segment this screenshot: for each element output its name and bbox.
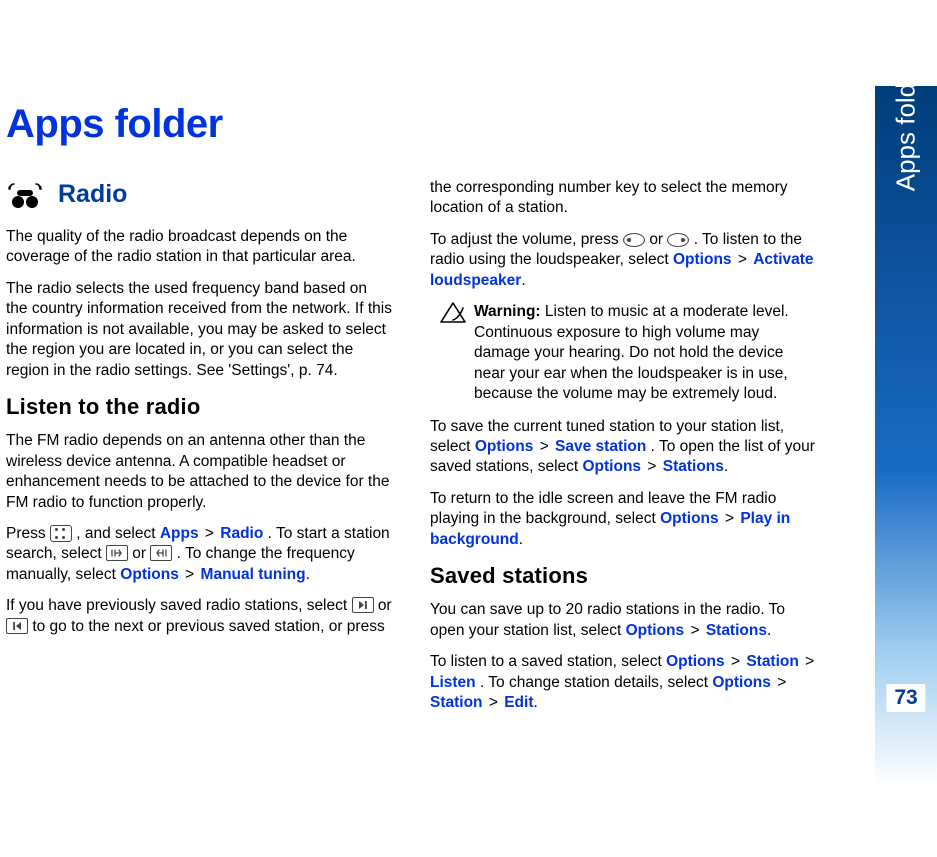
sep: > <box>487 694 504 711</box>
sep: > <box>688 622 705 639</box>
column-left: Radio The quality of the radio broadcast… <box>6 178 392 725</box>
text: or <box>649 231 667 248</box>
menu-key-icon <box>50 525 72 542</box>
paragraph: You can save up to 20 radio stations in … <box>430 600 816 641</box>
radio-heading-row: Radio <box>6 178 392 211</box>
next-station-icon <box>352 597 374 613</box>
sep: > <box>803 653 816 670</box>
text: . <box>519 531 523 548</box>
scroll-left-icon <box>623 233 645 247</box>
text: To adjust the volume, press <box>430 231 623 248</box>
paragraph: The quality of the radio broadcast depen… <box>6 227 392 268</box>
text: . <box>306 566 310 583</box>
subheading-listen: Listen to the radio <box>6 392 392 421</box>
paragraph: Press , and select Apps > Radio . To sta… <box>6 524 392 585</box>
warning-text: Warning: Listen to music at a moderate l… <box>474 302 816 404</box>
paragraph: If you have previously saved radio stati… <box>6 596 392 637</box>
side-tab-label: Apps folder <box>891 60 922 192</box>
seek-up-icon <box>106 545 128 561</box>
text: . To change station details, select <box>480 674 712 691</box>
subheading-saved: Saved stations <box>430 561 816 590</box>
ui-path-options: Options <box>666 653 725 670</box>
radio-icon <box>6 180 44 210</box>
text: If you have previously saved radio stati… <box>6 597 352 614</box>
prev-station-icon <box>6 618 28 634</box>
scroll-right-icon <box>667 233 689 247</box>
ui-path-stations: Stations <box>663 458 724 475</box>
paragraph: the corresponding number key to select t… <box>430 178 816 219</box>
warning-label: Warning: <box>474 303 541 320</box>
text: . <box>521 272 525 289</box>
ui-path-options: Options <box>673 251 732 268</box>
sep: > <box>775 674 788 691</box>
ui-path-station: Station <box>430 694 483 711</box>
text: Press <box>6 525 50 542</box>
paragraph: To return to the idle screen and leave t… <box>430 489 816 550</box>
ui-path-options: Options <box>626 622 685 639</box>
ui-path-save-station: Save station <box>555 438 646 455</box>
ui-path-listen: Listen <box>430 674 476 691</box>
ui-path-options: Options <box>583 458 642 475</box>
paragraph: The FM radio depends on an antenna other… <box>6 431 392 513</box>
paragraph: The radio selects the used frequency ban… <box>6 279 392 381</box>
sep: > <box>203 525 220 542</box>
body-columns: Radio The quality of the radio broadcast… <box>6 178 816 725</box>
sep: > <box>645 458 662 475</box>
sep: > <box>723 510 740 527</box>
text: . <box>724 458 728 475</box>
warning-icon <box>440 302 466 324</box>
paragraph: To listen to a saved station, select Opt… <box>430 652 816 713</box>
text: or <box>378 597 392 614</box>
ui-path-options: Options <box>475 438 534 455</box>
text: To listen to a saved station, select <box>430 653 666 670</box>
ui-path-station: Station <box>746 653 799 670</box>
ui-path-options: Options <box>712 674 771 691</box>
text: . <box>533 694 537 711</box>
side-tab: Apps folder 73 <box>875 86 937 786</box>
sep: > <box>736 251 753 268</box>
column-right: the corresponding number key to select t… <box>430 178 816 725</box>
text: to go to the next or previous saved stat… <box>32 618 384 635</box>
sep: > <box>538 438 555 455</box>
ui-path-radio: Radio <box>220 525 263 542</box>
ui-path-options: Options <box>660 510 719 527</box>
page: Apps folder 73 Apps folder <box>0 0 937 857</box>
paragraph: To save the current tuned station to you… <box>430 417 816 478</box>
ui-path-apps: Apps <box>160 525 199 542</box>
text: . <box>767 622 771 639</box>
radio-heading-label: Radio <box>58 178 127 211</box>
sep: > <box>729 653 746 670</box>
ui-path-edit: Edit <box>504 694 533 711</box>
ui-path-stations: Stations <box>706 622 767 639</box>
page-title: Apps folder <box>6 102 223 147</box>
sep: > <box>183 566 200 583</box>
text: , and select <box>76 525 160 542</box>
ui-path-options: Options <box>120 566 179 583</box>
page-number: 73 <box>886 684 925 712</box>
warning-block: Warning: Listen to music at a moderate l… <box>440 302 816 404</box>
seek-down-icon <box>150 545 172 561</box>
paragraph: To adjust the volume, press or . To list… <box>430 230 816 291</box>
text: or <box>132 545 150 562</box>
ui-path-manual-tuning: Manual tuning <box>201 566 306 583</box>
